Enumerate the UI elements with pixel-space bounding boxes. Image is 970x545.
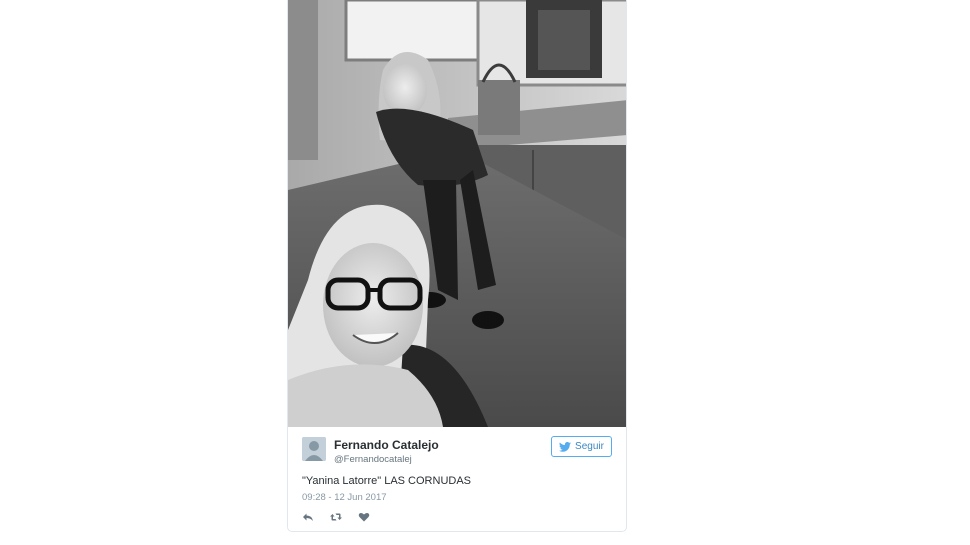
- retweet-icon[interactable]: [330, 511, 342, 523]
- selfie-photo-illustration: [288, 0, 626, 427]
- reply-icon[interactable]: [302, 511, 314, 523]
- tweet-actions: [302, 510, 370, 524]
- tweet-text: "Yanina Latorre" LAS CORNUDAS: [302, 475, 472, 487]
- twitter-bird-icon: [559, 441, 572, 452]
- author-avatar[interactable]: [302, 437, 326, 461]
- tweet-timestamp[interactable]: 09:28 - 12 Jun 2017: [302, 492, 387, 503]
- default-avatar-icon: [302, 437, 326, 461]
- follow-label: Seguir: [575, 441, 604, 452]
- tweet-photo[interactable]: [288, 0, 626, 427]
- like-icon[interactable]: [358, 511, 370, 523]
- embedded-tweet-card: Fernando Catalejo @Fernandocatalej Segui…: [287, 0, 627, 532]
- author-name[interactable]: Fernando Catalejo: [334, 438, 439, 452]
- follow-button[interactable]: Seguir: [551, 436, 612, 457]
- author-handle[interactable]: @Fernandocatalej: [334, 454, 412, 465]
